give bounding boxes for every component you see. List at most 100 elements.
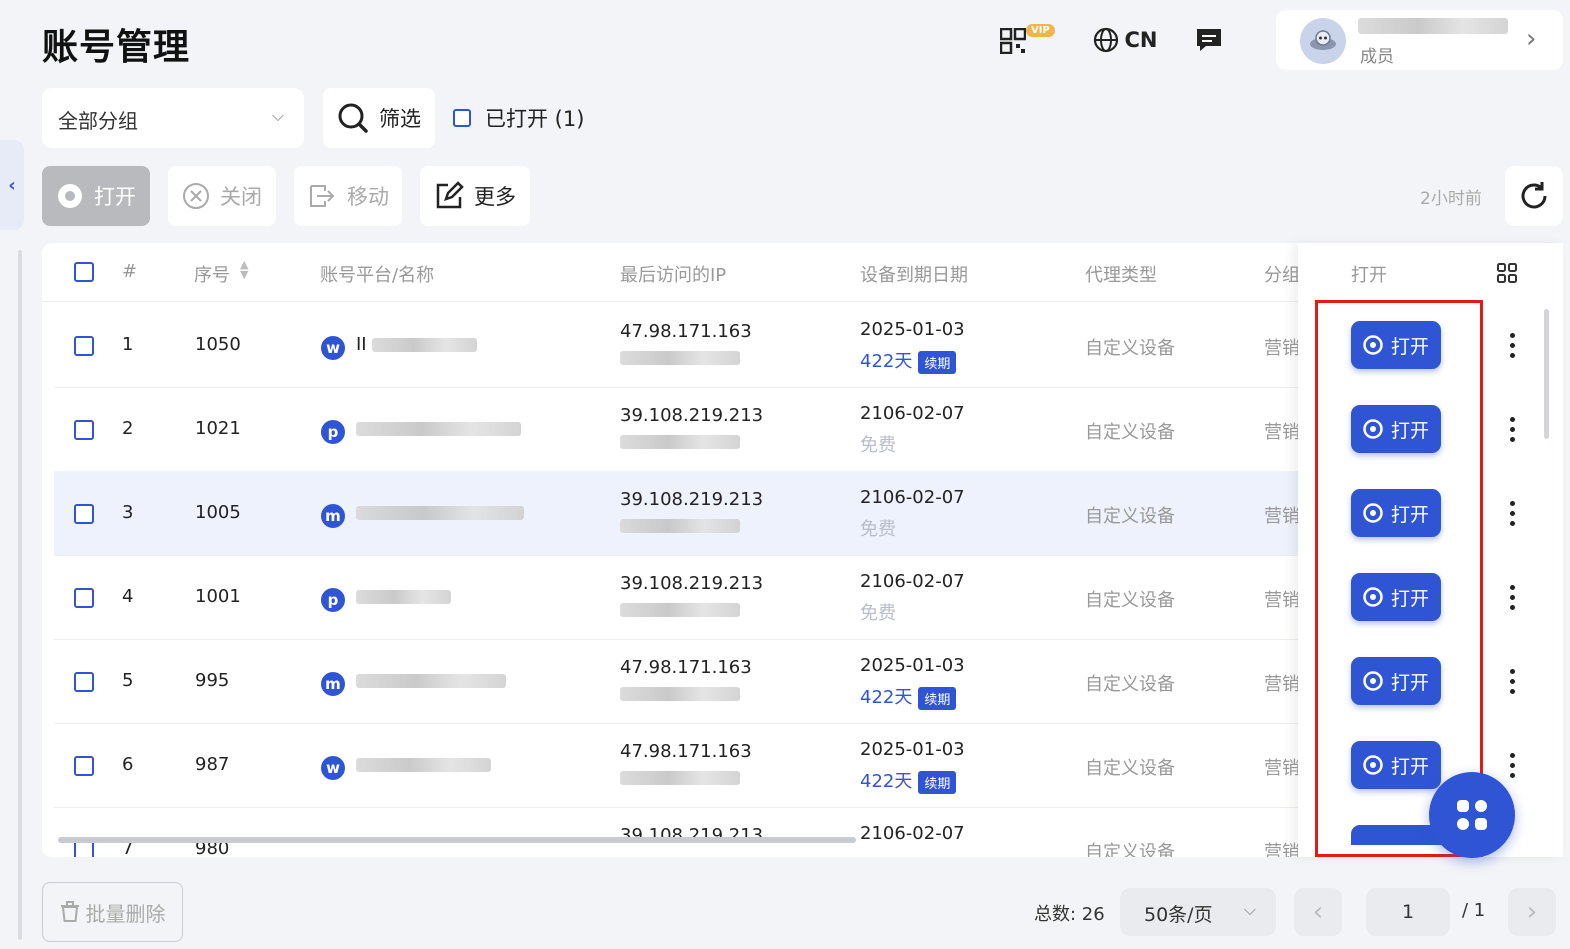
user-role: 成员: [1360, 47, 1394, 67]
batch-delete-button[interactable]: 批量删除: [42, 882, 183, 942]
filter-label: 筛选: [379, 107, 421, 131]
row-more-menu-icon[interactable]: [1510, 501, 1516, 531]
col-index: #: [122, 261, 138, 282]
last-ip: 47.98.171.163: [620, 321, 752, 342]
col-platform-name: 账号平台/名称: [320, 265, 435, 286]
next-page-button[interactable]: ›: [1508, 888, 1556, 936]
row-checkbox[interactable]: [74, 336, 94, 356]
expire-date: 2106-02-07: [860, 823, 965, 844]
proxy-type: 自定义设备: [1085, 422, 1175, 443]
ip-location-redacted: [620, 603, 740, 617]
page-size-value: 50条/页: [1144, 904, 1213, 926]
row-checkbox[interactable]: [74, 420, 94, 440]
ip-location-redacted: [620, 435, 740, 449]
chevron-right-icon: ›: [1526, 897, 1538, 927]
page-input[interactable]: 1: [1366, 888, 1450, 936]
col-group: 分组: [1264, 265, 1298, 286]
expire-date: 2025-01-03: [860, 319, 965, 340]
table-row[interactable]: 2 1021 p 39.108.219.213 2106-02-07 免费 自定…: [54, 387, 1299, 472]
search-icon: [338, 103, 368, 133]
group-name: 营销: [1264, 422, 1298, 443]
more-button[interactable]: 更多: [420, 166, 530, 226]
group-name: 营销: [1264, 758, 1298, 779]
table-row[interactable]: 4 1001 p 39.108.219.213 2106-02-07 免费 自定…: [54, 555, 1299, 640]
robot-avatar-icon: [1310, 30, 1336, 50]
sidebar-collapse-tab[interactable]: ‹: [0, 140, 24, 230]
chevron-down-icon: ⌵: [271, 106, 284, 125]
avatar: [1300, 18, 1346, 64]
prev-page-button[interactable]: ‹: [1294, 888, 1342, 936]
opened-filter[interactable]: 已打开 (1): [453, 104, 584, 132]
table-row[interactable]: 3 1005 m 39.108.219.213 2106-02-07 免费 自定…: [54, 471, 1299, 556]
user-card[interactable]: 成员 ›: [1276, 10, 1563, 70]
expire-date: 2025-01-03: [860, 655, 965, 676]
browser-icon: [58, 184, 82, 208]
expire-date: 2106-02-07: [860, 403, 965, 424]
floating-apps-button[interactable]: [1429, 772, 1515, 858]
chat-icon: [1197, 29, 1221, 51]
row-more-menu-icon[interactable]: [1510, 585, 1516, 615]
row-checkbox[interactable]: [74, 756, 94, 776]
qr-vip-button[interactable]: VIP: [1000, 24, 1060, 56]
table-row[interactable]: 6 987 w 47.98.171.163 2025-01-03 422天 续期 …: [54, 723, 1299, 808]
row-seq: 1021: [195, 418, 241, 439]
row-checkbox[interactable]: [74, 588, 94, 608]
ip-location-redacted: [620, 519, 740, 533]
row-checkbox[interactable]: [74, 504, 94, 524]
account-name: II: [356, 334, 367, 355]
group-name: 营销: [1264, 674, 1298, 695]
chevron-right-icon: ›: [1526, 24, 1537, 54]
opened-label: 已打开 (1): [485, 107, 585, 131]
chevron-left-icon: ‹: [8, 174, 16, 196]
page-title: 账号管理: [42, 27, 191, 68]
group-name: 营销: [1264, 506, 1298, 527]
sort-icon[interactable]: ▲ ▼: [240, 259, 248, 280]
close-button[interactable]: 关闭: [168, 166, 276, 226]
vertical-scrollbar[interactable]: [1544, 309, 1549, 439]
renew-tag[interactable]: 续期: [918, 350, 957, 374]
opened-checkbox[interactable]: [453, 109, 471, 127]
group-name: 营销: [1264, 590, 1298, 611]
row-more-menu-icon[interactable]: [1510, 669, 1516, 699]
table-row[interactable]: 1 1050 w II 47.98.171.163 2025-01-03 422…: [54, 303, 1299, 388]
platform-icon: m: [321, 504, 345, 528]
renew-tag[interactable]: 续期: [918, 686, 957, 710]
col-proxy-type: 代理类型: [1085, 265, 1157, 286]
last-ip: 47.98.171.163: [620, 657, 752, 678]
filter-button[interactable]: 筛选: [323, 88, 435, 148]
col-seq[interactable]: 序号: [194, 261, 230, 287]
page-size-select[interactable]: 50条/页 ⌵: [1120, 888, 1276, 936]
platform-icon: w: [321, 336, 345, 360]
account-name-redacted: [356, 422, 521, 436]
row-index: 4: [122, 586, 134, 607]
chevron-down-icon: ⌵: [1243, 900, 1256, 919]
column-settings-icon[interactable]: [1497, 263, 1517, 283]
last-ip: 39.108.219.213: [620, 489, 764, 510]
row-seq: 995: [195, 670, 230, 691]
move-button[interactable]: 移动: [294, 166, 402, 226]
proxy-type: 自定义设备: [1085, 758, 1175, 779]
apps-grid-icon: [1457, 800, 1487, 830]
language-switch[interactable]: CN: [1090, 24, 1160, 56]
group-select[interactable]: 全部分组 ⌵: [42, 88, 304, 148]
proxy-type: 自定义设备: [1085, 338, 1175, 359]
renew-tag[interactable]: 续期: [918, 770, 957, 794]
row-more-menu-icon[interactable]: [1510, 333, 1516, 363]
row-more-menu-icon[interactable]: [1510, 753, 1516, 783]
account-name-redacted: [372, 338, 477, 352]
open-button[interactable]: 打开: [42, 166, 150, 226]
row-more-menu-icon[interactable]: [1510, 417, 1516, 447]
row-checkbox[interactable]: [74, 672, 94, 692]
table-row[interactable]: 7 980 39.108.219.213 2106-02-07 自定义设备 营销: [54, 807, 1299, 857]
remaining-free: 免费: [860, 435, 896, 456]
account-name-redacted: [356, 674, 506, 688]
proxy-type: 自定义设备: [1085, 674, 1175, 695]
remaining-days: 422天 续期: [860, 683, 957, 710]
more-label: 更多: [474, 185, 516, 209]
message-button[interactable]: [1192, 24, 1226, 56]
horizontal-scrollbar[interactable]: [58, 837, 856, 843]
refresh-button[interactable]: [1505, 166, 1563, 226]
table-row[interactable]: 5 995 m 47.98.171.163 2025-01-03 422天 续期 …: [54, 639, 1299, 724]
select-all-checkbox[interactable]: [74, 262, 94, 282]
refresh-icon: [1521, 182, 1547, 209]
